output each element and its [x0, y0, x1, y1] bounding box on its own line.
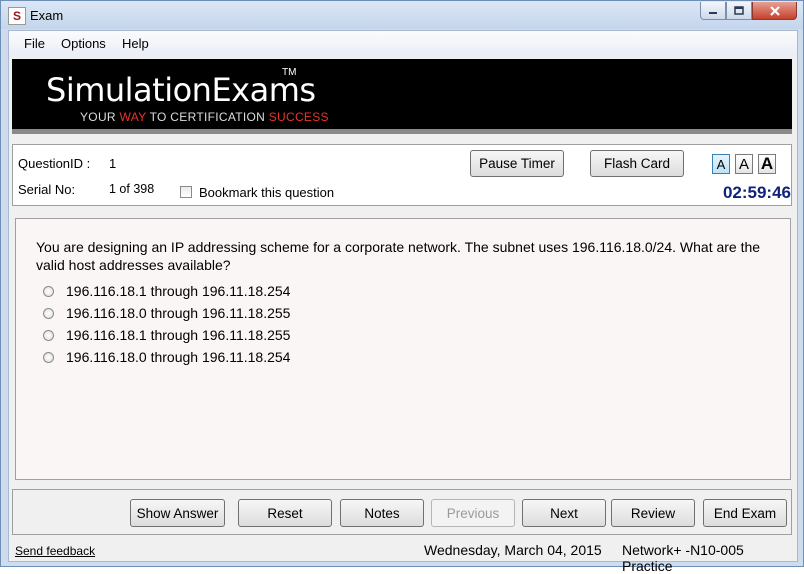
- maximize-button[interactable]: [726, 2, 752, 20]
- question-id-value: 1: [109, 156, 117, 171]
- menu-help[interactable]: Help: [122, 36, 149, 51]
- exam-name: Network+ -N10-005 Practice: [622, 542, 744, 574]
- flash-card-button[interactable]: Flash Card: [590, 150, 684, 177]
- bookmark-label[interactable]: Bookmark this question: [199, 185, 334, 200]
- question-area: You are designing an IP addressing schem…: [15, 218, 791, 480]
- bookmark-checkbox[interactable]: [180, 186, 192, 198]
- menu-file[interactable]: File: [24, 36, 45, 51]
- radio-button[interactable]: [43, 329, 54, 341]
- review-button[interactable]: Review: [611, 499, 695, 527]
- menu-bar: File Options Help: [9, 31, 797, 57]
- minimize-icon: [709, 11, 717, 14]
- reset-button[interactable]: Reset: [238, 499, 332, 527]
- trademark: TM: [282, 67, 297, 78]
- radio-button[interactable]: [43, 307, 54, 319]
- radio-button[interactable]: [43, 285, 54, 297]
- serial-value: 1 of 398: [109, 182, 155, 196]
- serial-label: Serial No:: [18, 182, 76, 197]
- tagline-part: WAY: [119, 110, 147, 124]
- close-button[interactable]: [752, 2, 797, 20]
- menu-options[interactable]: Options: [61, 36, 106, 51]
- pause-timer-button[interactable]: Pause Timer: [470, 150, 564, 177]
- answer-option-label: 196.116.18.1 through 196.11.18.255: [66, 327, 291, 343]
- answer-option[interactable]: 196.116.18.0 through 196.11.18.255: [43, 305, 290, 321]
- countdown-timer: 02:59:46: [722, 183, 791, 202]
- window-title: Exam: [30, 8, 64, 23]
- send-feedback-link[interactable]: Send feedback: [15, 544, 95, 558]
- question-text: You are designing an IP addressing schem…: [36, 239, 761, 273]
- font-size-medium-button[interactable]: A: [735, 154, 753, 174]
- title-bar[interactable]: S Exam: [1, 1, 803, 29]
- question-info-panel: QuestionID : 1 Serial No: 1 of 398 Bookm…: [12, 144, 792, 206]
- previous-button[interactable]: Previous: [431, 499, 515, 527]
- tagline: YOUR WAY TO CERTIFICATION SUCCESS: [80, 110, 329, 124]
- client-area: File Options Help SimulationExams TM YOU…: [8, 30, 798, 574]
- answer-option[interactable]: 196.116.18.1 through 196.11.18.254: [43, 283, 290, 299]
- navigation-panel: Show Answer Reset Notes Previous Next Re…: [12, 489, 792, 535]
- answer-option-label: 196.116.18.0 through 196.11.18.255: [66, 305, 291, 321]
- notes-button[interactable]: Notes: [340, 499, 424, 527]
- font-size-small-button[interactable]: A: [712, 154, 730, 174]
- window-controls: [700, 2, 797, 20]
- maximize-icon: [734, 6, 744, 15]
- show-answer-button[interactable]: Show Answer: [130, 499, 225, 527]
- question-id-label: QuestionID :: [18, 156, 91, 171]
- exam-window: S Exam File Options Help SimulationExams…: [0, 0, 804, 574]
- end-exam-button[interactable]: End Exam: [703, 499, 787, 527]
- answer-option-label: 196.116.18.1 through 196.11.18.254: [66, 283, 291, 299]
- radio-button[interactable]: [43, 351, 54, 363]
- banner: SimulationExams TM YOUR WAY TO CERTIFICA…: [12, 59, 792, 134]
- tagline-part: SUCCESS: [268, 110, 329, 124]
- answer-option-label: 196.116.18.0 through 196.11.18.254: [66, 349, 291, 365]
- font-size-large-button[interactable]: A: [758, 154, 776, 174]
- answer-option[interactable]: 196.116.18.0 through 196.11.18.254: [43, 349, 290, 365]
- next-button[interactable]: Next: [522, 499, 606, 527]
- close-icon: [769, 5, 780, 16]
- brand-logo: SimulationExams: [46, 71, 316, 109]
- tagline-part: TO CERTIFICATION: [146, 110, 269, 124]
- minimize-button[interactable]: [700, 2, 726, 20]
- tagline-part: YOUR: [80, 110, 120, 124]
- app-icon[interactable]: S: [8, 7, 26, 25]
- status-bar: Send feedback Wednesday, March 04, 2015 …: [9, 541, 797, 574]
- answer-option[interactable]: 196.116.18.1 through 196.11.18.255: [43, 327, 290, 343]
- current-date: Wednesday, March 04, 2015: [424, 542, 602, 558]
